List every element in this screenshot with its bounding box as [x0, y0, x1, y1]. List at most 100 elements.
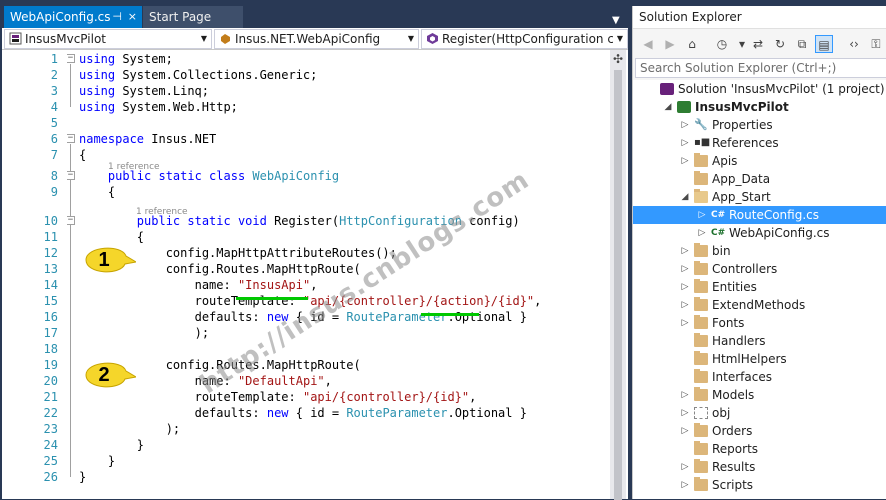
code-line: }	[79, 469, 86, 485]
tab-webapiconfig[interactable]: WebApiConfig.cs ⊣ ×	[4, 6, 142, 28]
tree-item[interactable]: ▷ obj	[633, 404, 886, 422]
tree-item[interactable]: ◢ App_Start	[633, 188, 886, 206]
collapsed-arrow-icon[interactable]: ▷	[680, 386, 690, 404]
collapsed-arrow-icon[interactable]: ▷	[697, 206, 707, 224]
tree-item[interactable]: ▷ Entities	[633, 278, 886, 296]
tree-item-label: App_Data	[712, 172, 771, 186]
expanded-arrow-icon[interactable]: ◢	[663, 98, 673, 116]
collapsed-arrow-icon[interactable]: ▷	[680, 458, 690, 476]
tree-item-label: Reports	[712, 442, 759, 456]
collapsed-arrow-icon[interactable]: ▷	[680, 116, 690, 134]
folder-icon	[694, 153, 708, 167]
web-project-icon	[677, 101, 691, 113]
line-number: 14	[43, 278, 58, 292]
tree-item[interactable]: ▷ Models	[633, 386, 886, 404]
codelens-reference-count[interactable]: 1 reference	[136, 207, 188, 217]
split-window-icon[interactable]: ✣	[611, 51, 625, 67]
tab-start-page[interactable]: Start Page	[143, 6, 243, 28]
line-number: 5	[50, 116, 58, 130]
code-token: RouteParameter	[346, 406, 448, 420]
line-number: 1	[50, 52, 58, 66]
properties-icon[interactable]: ⚿	[867, 35, 885, 53]
sync-icon[interactable]: ⇄	[749, 35, 767, 53]
solution-search-input[interactable]: Search Solution Explorer (Ctrl+;)	[635, 58, 886, 78]
member-dropdown[interactable]: Register(HttpConfiguration config) ▼	[421, 29, 628, 49]
references-icon: ▪■	[694, 137, 711, 148]
scrollbar-thumb[interactable]	[614, 70, 622, 500]
folder-icon	[694, 441, 708, 455]
tree-item[interactable]: ▷ 🔧 Properties	[633, 116, 886, 134]
view-code-icon[interactable]: ‹›	[845, 35, 863, 53]
folder-icon	[694, 261, 708, 275]
class-dropdown[interactable]: Insus.NET.WebApiConfig ▼	[214, 29, 419, 49]
collapsed-arrow-icon[interactable]: ▷	[680, 134, 690, 152]
collapsed-arrow-icon[interactable]: ▷	[680, 260, 690, 278]
tree-item[interactable]: HtmlHelpers	[633, 350, 886, 368]
tree-item[interactable]: Handlers	[633, 332, 886, 350]
collapsed-arrow-icon[interactable]: ▷	[680, 422, 690, 440]
tree-item[interactable]: ▷ ExtendMethods	[633, 296, 886, 314]
tree-item[interactable]: ▷ C# WebApiConfig.cs	[633, 224, 886, 242]
home-icon[interactable]: ⌂	[683, 35, 701, 53]
code-token: System;	[122, 52, 173, 66]
line-number: 24	[43, 438, 58, 452]
code-token: defaults:	[79, 310, 267, 324]
line-number: 11	[43, 230, 58, 244]
collapsed-arrow-icon[interactable]: ▷	[697, 224, 707, 242]
tree-item[interactable]: ▷ Scripts	[633, 476, 886, 494]
close-icon[interactable]: ×	[128, 6, 137, 28]
vertical-scrollbar[interactable]: ✣	[610, 50, 626, 500]
code-token: ,	[310, 278, 318, 292]
tree-item[interactable]: ◢ InsusMvcPilot	[633, 98, 886, 116]
member-dropdown-value: Register(HttpConfiguration config)	[442, 32, 627, 46]
tree-item[interactable]: App_Data	[633, 170, 886, 188]
tree-item[interactable]: ▷ Orders	[633, 422, 886, 440]
collapse-all-icon[interactable]: ⧉	[793, 35, 811, 53]
collapsed-arrow-icon[interactable]: ▷	[680, 404, 690, 422]
tree-item[interactable]: ▷ C# RouteConfig.cs	[633, 206, 886, 224]
collapsed-arrow-icon[interactable]: ▷	[680, 314, 690, 332]
tree-item[interactable]: ▷ ▪■ References	[633, 134, 886, 152]
tree-item[interactable]: Reports	[633, 440, 886, 458]
codelens-reference-count[interactable]: 1 reference	[108, 162, 160, 172]
back-icon[interactable]: ◀	[639, 35, 657, 53]
collapsed-arrow-icon[interactable]: ▷	[680, 278, 690, 296]
collapsed-arrow-icon[interactable]: ▷	[680, 296, 690, 314]
tree-item[interactable]: ▷ Controllers	[633, 260, 886, 278]
folder-icon	[694, 315, 708, 329]
line-number: 12	[43, 246, 58, 260]
document-tab-bar: WebApiConfig.cs ⊣ × Start Page ▼	[0, 6, 628, 28]
code-line: name: "InsusApi",	[79, 277, 318, 293]
folder-icon	[694, 459, 708, 473]
collapse-region-icon[interactable]: −	[66, 134, 75, 143]
code-line: defaults: new { id = RouteParameter.Opti…	[79, 405, 527, 421]
forward-icon[interactable]: ▶	[661, 35, 679, 53]
code-token: using	[79, 100, 116, 114]
history-icon[interactable]: ◷	[713, 35, 731, 53]
collapsed-arrow-icon[interactable]: ▷	[680, 476, 690, 494]
pin-icon[interactable]: ⊣	[112, 6, 122, 28]
tree-item[interactable]: ▷ Apis	[633, 152, 886, 170]
method-icon	[427, 33, 438, 44]
tab-overflow-dropdown-icon[interactable]: ▼	[612, 15, 620, 26]
collapsed-arrow-icon[interactable]: ▷	[680, 152, 690, 170]
code-token: System.Collections.Generic;	[122, 68, 318, 82]
project-dropdown[interactable]: InsusMvcPilot ▼	[4, 29, 212, 49]
collapsed-arrow-icon[interactable]: ▷	[680, 242, 690, 260]
collapse-region-icon[interactable]: −	[66, 216, 75, 225]
line-number: 26	[43, 470, 58, 484]
tree-item[interactable]: ▷ Fonts	[633, 314, 886, 332]
collapse-region-icon[interactable]: −	[66, 54, 75, 63]
line-number: 2	[50, 68, 58, 82]
line-number: 17	[43, 326, 58, 340]
collapse-region-icon[interactable]: −	[66, 171, 75, 180]
tree-item[interactable]: Solution 'InsusMvcPilot' (1 project)	[633, 80, 886, 98]
code-token: WebApiConfig	[252, 169, 340, 183]
show-all-files-icon[interactable]: ▤	[815, 35, 833, 53]
refresh-icon[interactable]: ↻	[771, 35, 789, 53]
tree-item[interactable]: ▷ Results	[633, 458, 886, 476]
expanded-arrow-icon[interactable]: ◢	[680, 188, 690, 206]
tree-item[interactable]: ▷ bin	[633, 242, 886, 260]
tree-item[interactable]: Interfaces	[633, 368, 886, 386]
